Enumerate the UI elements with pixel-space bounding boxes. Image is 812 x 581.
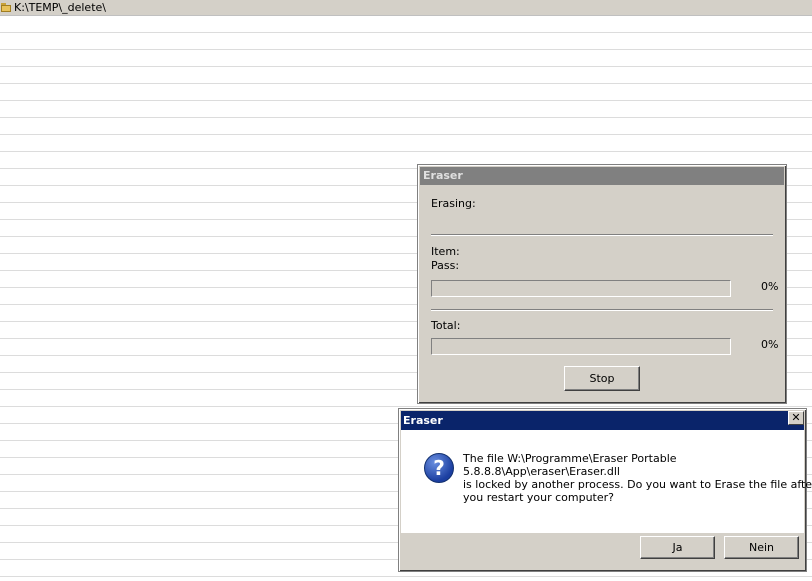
progress-dialog-title[interactable]: Eraser [420, 167, 784, 185]
message-line: 5.8.8.8\App\eraser\Eraser.dll [463, 465, 620, 478]
no-button[interactable]: Nein [724, 536, 799, 559]
message-box-title[interactable]: Eraser [401, 411, 804, 430]
eraser-progress-dialog: Eraser Erasing: Item: Pass: 0% Total: 0%… [417, 164, 787, 404]
question-icon: ? [424, 453, 454, 483]
eraser-message-box: Eraser ✕ ? The file W:\Programme\Eraser … [398, 408, 812, 572]
total-progress-bar [431, 338, 731, 355]
message-line: is locked by another process. Do you wan… [463, 478, 812, 491]
erasing-label: Erasing: [431, 197, 476, 210]
item-label: Item: [431, 245, 460, 258]
message-body: ? The file W:\Programme\Eraser Portable … [401, 430, 812, 533]
folder-icon [1, 3, 11, 12]
total-percent: 0% [761, 338, 779, 351]
yes-button[interactable]: Ja [640, 536, 715, 559]
close-icon[interactable]: ✕ [788, 411, 804, 425]
separator [431, 234, 773, 236]
separator [431, 309, 773, 311]
address-bar[interactable]: K:\TEMP\_delete\ [0, 0, 812, 16]
message-text: The file W:\Programme\Eraser Portable 5.… [463, 452, 812, 504]
current-path: K:\TEMP\_delete\ [14, 1, 106, 14]
total-label: Total: [431, 319, 461, 332]
message-line: The file W:\Programme\Eraser Portable [463, 452, 677, 465]
stop-button[interactable]: Stop [564, 366, 640, 391]
pass-label: Pass: [431, 259, 460, 272]
message-line: you restart your computer? [463, 491, 614, 504]
pass-progress-bar [431, 280, 731, 297]
pass-percent: 0% [761, 280, 779, 293]
